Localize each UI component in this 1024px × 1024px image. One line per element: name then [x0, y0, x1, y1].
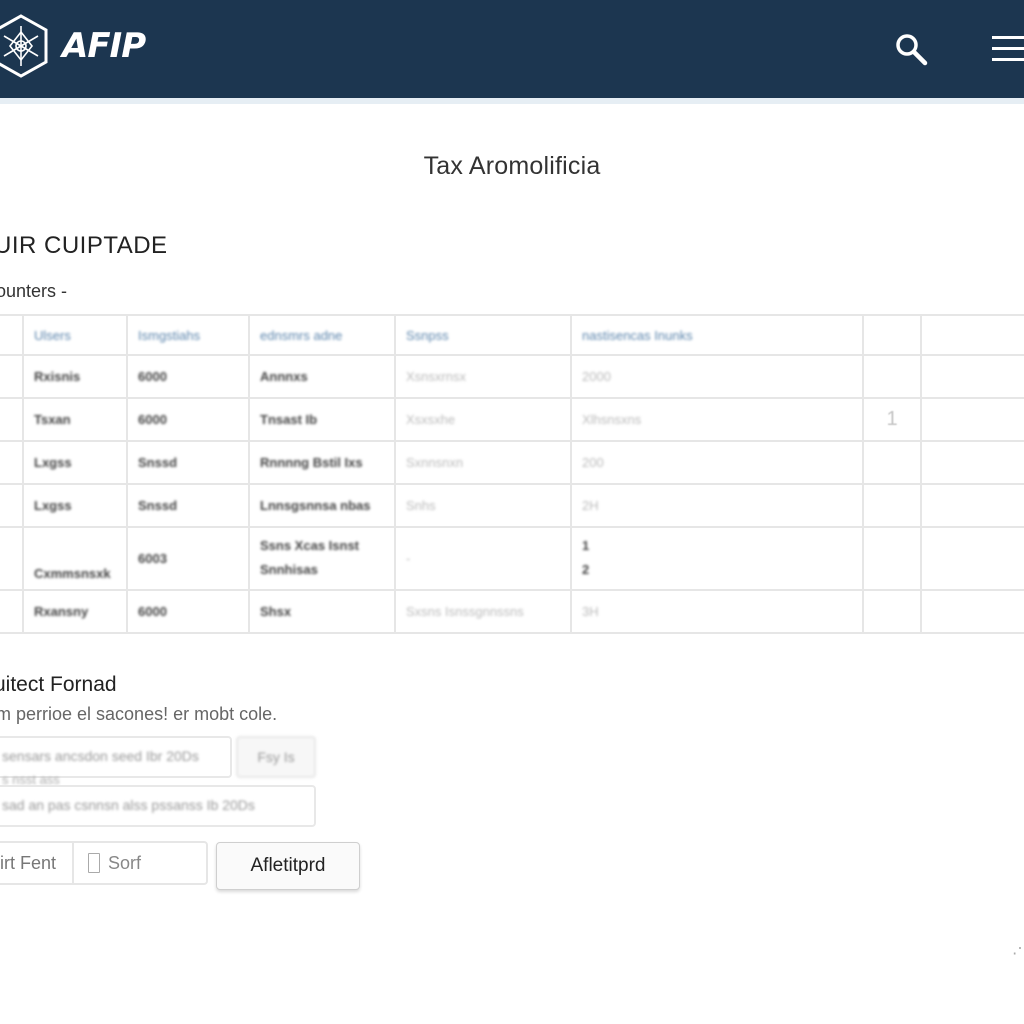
form-description: m perrioe el sacones! er mobt cole.	[0, 704, 278, 724]
table-cell: Sxnnsnxn	[394, 439, 572, 485]
table-cell: -	[394, 525, 572, 592]
sort-selector[interactable]: irt Fent Sorf	[0, 841, 208, 885]
section-heading: UIR CUIPTADE	[0, 232, 168, 259]
table-cell	[920, 525, 1024, 592]
page-title: Tax Aromolificia	[423, 152, 601, 180]
table-cell: Rnnnng Bstil Ixs	[248, 439, 396, 485]
table-header-cell	[920, 314, 1024, 356]
top-navigation-bar: AFIP	[0, 0, 1024, 104]
text-input-field[interactable]: sad an pas csnnsn alss pssanss Ib 20Ds	[0, 785, 316, 827]
table-cell: Snhs	[394, 482, 572, 528]
table-cell: 1	[862, 396, 922, 442]
table-cell: Shsx	[248, 589, 396, 634]
table-cell	[920, 439, 1024, 485]
table-cell: Tnsast Ib	[248, 396, 396, 442]
table-header-cell[interactable]: Ismgstiahs	[126, 314, 250, 356]
brand-name: AFIP	[62, 26, 146, 66]
table-header-cell[interactable]: Ssnpss	[394, 314, 572, 356]
table-cell: 2H	[570, 482, 864, 528]
table-cell: 6000	[126, 354, 250, 399]
table-cell	[920, 354, 1024, 399]
table-cell: 2000	[570, 354, 864, 399]
table-cell	[862, 439, 922, 485]
table-cell: Snssd	[126, 482, 250, 528]
search-icon[interactable]	[892, 30, 932, 70]
table-header-cell[interactable]: nastisencas Inunks	[570, 314, 864, 356]
table-cell	[920, 482, 1024, 528]
submit-button[interactable]: Afletitprd	[216, 842, 360, 890]
hexagon-emblem-icon	[0, 14, 48, 78]
table-cell: Xsnsxrnsx	[394, 354, 572, 399]
table-cell: Lnnsgsnnsa nbas	[248, 482, 396, 528]
input-value: sensars ancsdon seed Ibr 20Ds	[2, 748, 199, 764]
table-row[interactable]: Lxgss Snssd Lnnsgsnnsa nbas Snhs 2H	[0, 482, 1024, 528]
table-header-cell	[862, 314, 922, 356]
table-header-row: Ulsers Ismgstiahs ednsmrs adne Ssnpss na…	[0, 314, 1024, 356]
table-row[interactable]: Rxisnis 6000 Annnxs Xsnsxrnsx 2000	[0, 354, 1024, 399]
filter-dropdown[interactable]: ounters -	[0, 281, 67, 302]
hamburger-menu-icon[interactable]	[990, 30, 1024, 68]
table-cell: 6000	[126, 589, 250, 634]
table-cell: 6000	[126, 396, 250, 442]
table-cell: Xlhsnsxns	[570, 396, 864, 442]
table-cell: Lxgss	[22, 482, 128, 528]
table-header-cell[interactable]: ednsmrs adne	[248, 314, 396, 356]
data-table: Ulsers Ismgstiahs ednsmrs adne Ssnpss na…	[0, 314, 1024, 634]
table-cell: 6003	[126, 525, 250, 592]
sort-value: Sorf	[108, 853, 142, 873]
document-icon	[88, 853, 100, 873]
table-cell	[862, 482, 922, 528]
sort-field-label: irt Fent	[0, 853, 57, 873]
input-value: sad an pas csnnsn alss pssanss Ib 20Ds	[2, 797, 255, 813]
table-cell: 12	[570, 525, 864, 592]
table-cell: Snssd	[126, 439, 250, 485]
table-cell: Annnxs	[248, 354, 396, 399]
table-cell: Cxmmsnsxk	[22, 525, 128, 592]
table-row[interactable]: Cxmmsnsxk 6003 Ssns Xcas Isnst Snnhisas -…	[0, 525, 1024, 592]
table-cell: Tsxan	[22, 396, 128, 442]
table-cell	[862, 525, 922, 592]
table-row[interactable]: Tsxan 6000 Tnsast Ib Xsxsxhe Xlhsnsxns 1	[0, 396, 1024, 442]
table-cell: Xsxsxhe	[394, 396, 572, 442]
table-cell: Lxgss	[22, 439, 128, 485]
divider	[72, 843, 74, 883]
resize-handle-icon[interactable]: ⋰	[1012, 938, 1024, 958]
field-action-button[interactable]: Fsy Is	[236, 736, 316, 778]
table-cell: Ssns Xcas Isnst Snnhisas	[248, 525, 396, 592]
table-cell: 3H	[570, 589, 864, 634]
table-cell	[920, 589, 1024, 634]
table-cell: Rxisnis	[22, 354, 128, 399]
table-cell	[920, 396, 1024, 442]
table-cell: Sxsns Isnssgnnssns	[394, 589, 572, 634]
form-heading: uitect Fornad	[0, 673, 117, 696]
table-header-cell	[0, 314, 24, 356]
table-cell: Rxansny	[22, 589, 128, 634]
table-row[interactable]: Lxgss Snssd Rnnnng Bstil Ixs Sxnnsnxn 20…	[0, 439, 1024, 485]
table-cell: 200	[570, 439, 864, 485]
table-cell	[862, 354, 922, 399]
table-cell	[862, 589, 922, 634]
table-header-cell[interactable]: Ulsers	[22, 314, 128, 356]
table-row[interactable]: Rxansny 6000 Shsx Sxsns Isnssgnnssns 3H	[0, 589, 1024, 634]
